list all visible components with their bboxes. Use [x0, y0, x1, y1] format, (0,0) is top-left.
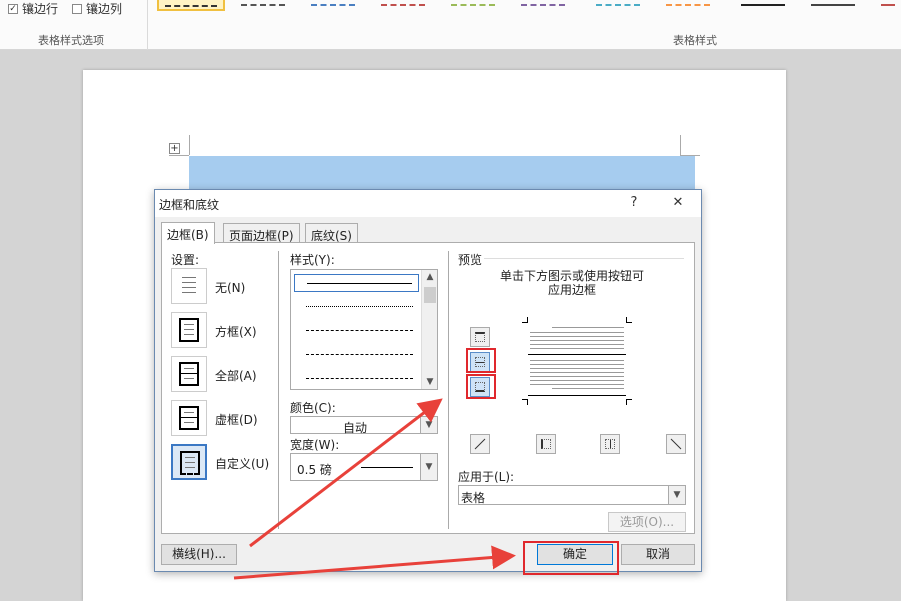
line-style-dash-large[interactable]: [294, 346, 419, 364]
top-border-button[interactable]: [470, 327, 490, 347]
group-label-table-styles: 表格样式: [673, 34, 717, 47]
diagonal-up-border-button[interactable]: [470, 434, 490, 454]
preview-hint-line2: 应用边框: [547, 283, 596, 297]
preview-divider: [484, 258, 684, 259]
color-value: 自动: [342, 421, 367, 435]
setting-custom-label: 自定义(U): [215, 457, 270, 471]
borders-tab-panel: 设置: 无(N) 方框(X) 全部(A) 虚框(D) 自定义(U) 样式(Y):…: [161, 242, 695, 534]
width-value: 0.5 磅: [297, 463, 332, 477]
banded-rows-checkbox[interactable]: ✓ 镶边行: [8, 0, 58, 17]
setting-box-label: 方框(X): [215, 325, 257, 339]
table-style-thumb-10[interactable]: [805, 0, 861, 8]
borders-shading-dialog: 边框和底纹 ? ✕ 边框(B) 页面边框(P) 底纹(S) 设置: 无(N) 方…: [154, 189, 702, 575]
setting-none[interactable]: 无(N): [171, 268, 271, 304]
ribbon: ✓ 镶边行 镶边列 表格样式选项 表格样式: [0, 0, 901, 50]
line-style-dash-small[interactable]: [294, 322, 419, 340]
apply-to-value: 表格: [461, 491, 486, 505]
dialog-titlebar[interactable]: 边框和底纹 ? ✕: [155, 190, 701, 217]
preview-hint-line1: 单击下方图示或使用按钮可: [499, 269, 644, 283]
color-label: 颜色(C):: [290, 401, 336, 415]
border-preview[interactable]: [522, 317, 632, 405]
table-style-thumb-3[interactable]: [305, 0, 361, 8]
banded-cols-checkbox[interactable]: 镶边列: [72, 0, 122, 17]
banded-cols-label: 镶边列: [86, 2, 123, 16]
chevron-down-icon[interactable]: ▼: [668, 486, 685, 504]
chevron-down-icon[interactable]: ▼: [420, 454, 437, 480]
table-style-thumb-8[interactable]: [660, 0, 716, 8]
preview-hint: 单击下方图示或使用按钮可 应用边框: [458, 269, 686, 297]
setting-grid-label: 虚框(D): [215, 413, 258, 427]
group-label-table-style-options: 表格样式选项: [38, 34, 104, 47]
checkbox-unchecked-icon: [72, 3, 82, 14]
left-border-icon: [541, 439, 551, 449]
table-style-thumb-2[interactable]: [235, 0, 291, 8]
setting-custom-icon: [171, 444, 207, 480]
help-icon[interactable]: ?: [622, 193, 646, 213]
table-style-thumb-5[interactable]: [445, 0, 501, 8]
apply-to-label: 应用于(L):: [458, 470, 515, 484]
table-style-thumb-6[interactable]: [515, 0, 571, 8]
color-select[interactable]: 自动 ▼: [290, 416, 438, 435]
width-select[interactable]: 0.5 磅 ▼: [290, 453, 438, 481]
style-list-scrollbar[interactable]: ▲ ▼: [421, 270, 437, 389]
selected-table-row[interactable]: [189, 156, 695, 192]
ribbon-separator: [147, 0, 148, 50]
setting-box-icon: [171, 312, 207, 348]
checkbox-checked-icon: ✓: [8, 3, 18, 14]
table-style-thumb-9[interactable]: [735, 0, 791, 8]
table-style-thumb-4[interactable]: [375, 0, 431, 8]
top-border-icon: [475, 332, 485, 342]
highlight-box-inner: [466, 348, 496, 373]
scroll-thumb[interactable]: [424, 287, 436, 303]
line-style-dash-dot[interactable]: [294, 370, 419, 388]
diagonal-up-icon: [474, 438, 486, 450]
setting-box[interactable]: 方框(X): [171, 312, 271, 348]
settings-label: 设置:: [171, 253, 200, 267]
setting-all[interactable]: 全部(A): [171, 356, 271, 392]
inner-vertical-border-button[interactable]: [600, 434, 620, 454]
diagonal-down-border-button[interactable]: [666, 434, 686, 454]
horizontal-line-button[interactable]: 横线(H)...: [161, 544, 237, 565]
column-separator: [278, 251, 279, 529]
style-label: 样式(Y):: [290, 253, 335, 267]
line-style-solid[interactable]: [294, 274, 419, 292]
width-label: 宽度(W):: [290, 438, 340, 452]
highlight-box-ok: [523, 541, 619, 575]
chevron-down-icon[interactable]: ▼: [420, 417, 437, 433]
apply-to-select[interactable]: 表格 ▼: [458, 485, 686, 505]
line-style-dotted[interactable]: [294, 298, 419, 316]
setting-all-label: 全部(A): [215, 369, 257, 383]
close-icon[interactable]: ✕: [666, 193, 690, 213]
table-move-handle-icon[interactable]: +: [169, 143, 180, 154]
highlight-box-bottom: [466, 374, 496, 399]
banded-rows-label: 镶边行: [22, 2, 59, 16]
diagonal-down-icon: [670, 438, 682, 450]
table-style-thumb-1[interactable]: [157, 0, 225, 11]
inner-vertical-border-icon: [605, 439, 615, 449]
table-style-thumb-7[interactable]: [590, 0, 646, 8]
width-sample-line: [361, 467, 413, 468]
left-border-button[interactable]: [536, 434, 556, 454]
tab-borders[interactable]: 边框(B): [161, 222, 215, 244]
setting-grid[interactable]: 虚框(D): [171, 400, 271, 436]
dialog-title: 边框和底纹: [159, 198, 220, 212]
line-style-list[interactable]: ▲ ▼: [290, 269, 438, 390]
tab-shading[interactable]: 底纹(S): [305, 223, 358, 243]
setting-all-icon: [171, 356, 207, 392]
cancel-button[interactable]: 取消: [621, 544, 695, 565]
scroll-up-icon[interactable]: ▲: [422, 270, 438, 284]
setting-grid-icon: [171, 400, 207, 436]
column-separator: [448, 251, 449, 529]
preview-label: 预览: [458, 253, 483, 267]
options-button[interactable]: 选项(O)...: [608, 512, 686, 532]
table-style-thumb-11[interactable]: [875, 0, 901, 8]
setting-none-label: 无(N): [215, 281, 246, 295]
setting-none-icon: [171, 268, 207, 304]
setting-custom[interactable]: 自定义(U): [171, 444, 271, 480]
tab-page-border[interactable]: 页面边框(P): [223, 223, 300, 243]
scroll-down-icon[interactable]: ▼: [422, 375, 438, 389]
